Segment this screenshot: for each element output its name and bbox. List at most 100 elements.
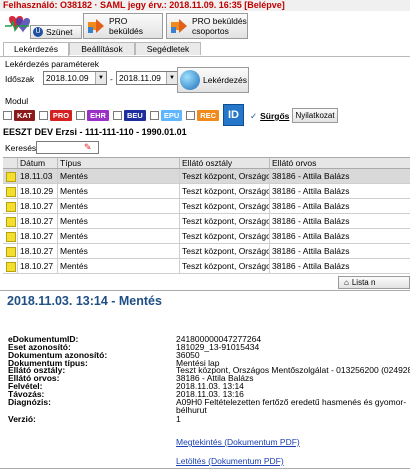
cell-type: Mentés [57,184,179,198]
detail-field-value: 1 [176,414,181,424]
view-pdf-link[interactable]: Megtekintés (Dokumentum PDF) [176,437,300,447]
cell-date: 18.10.27 [17,199,57,213]
query-button-label: Lekérdezés [203,75,247,85]
column-header-date[interactable]: Dátum [17,158,57,168]
list-button-label: Lista n [351,278,376,287]
cell-department: Teszt központ, Országos Me... [179,199,269,213]
cell-doctor: 38186 - Attila Balázs [269,229,410,243]
cell-date: 18.10.27 [17,259,57,273]
table-row[interactable]: 18.10.27MentésTeszt központ, Országos Me… [3,244,410,259]
date-from-field[interactable]: 2018.10.09 ▼ [43,71,107,85]
table-header: Dátum Típus Ellátó osztály Ellátó orvos [3,158,410,169]
pause-button-label: Szünet [46,27,73,37]
cell-date: 18.10.27 [17,244,57,258]
column-header-department[interactable]: Ellátó osztály [179,158,269,168]
module-badge-beu: BEU [123,109,146,121]
row-status-icon [6,262,16,272]
table-row[interactable]: 18.11.03MentésTeszt központ, Országos Me… [3,169,410,184]
list-button-icon: ⌂ [344,278,349,287]
toolbar: U Szünet PRO beküldés PRO beküldés csopo… [0,11,410,39]
list-button[interactable]: ⌂ Lista n [338,276,410,289]
module-badge-epu: EPU [160,109,183,121]
pro-group-label: PRO beküldés csoportos [192,16,247,36]
urgent-toggle[interactable]: ✓ Sürgős [250,111,289,122]
detail-field-value: A09H0 Feltételezetten fertőző eredetű ha… [176,397,407,407]
row-status-icon [6,247,16,257]
cell-type: Mentés [57,259,179,273]
tab-lekerdezes[interactable]: Lekérdezés [3,42,69,56]
cell-doctor: 38186 - Attila Balázs [269,259,410,273]
cell-date: 18.10.27 [17,214,57,228]
urgent-label: Sürgős [260,111,290,121]
module-badge-rec: REC [197,109,220,121]
detail-field-label: Verzió: [8,414,36,424]
module-checkbox-ehr[interactable] [76,110,86,120]
cell-department: Teszt központ, Országos Me... [179,169,269,183]
module-badge-kat: KAT [14,109,35,121]
module-checkbox-epu[interactable] [149,110,159,120]
bottom-divider [0,468,410,469]
download-pdf-link[interactable]: Letöltés (Dokumentum PDF) [176,456,284,466]
tab-divider [0,56,410,57]
id-button[interactable]: ID [223,104,244,126]
module-checkbox-pro[interactable] [38,110,48,120]
user-status-bar: Felhasználó: O38182 · SAML jegy érv.: 20… [0,0,410,11]
tab-segedletek[interactable]: Segédletek [135,42,201,55]
globe-icon [180,70,200,90]
table-row[interactable]: 18.10.29MentésTeszt központ, Országos Me… [3,184,410,199]
date-to-field[interactable]: 2018.11.09 ▼ [116,71,178,85]
cell-type: Mentés [57,229,179,243]
pause-icon: U [33,27,43,37]
date-from-value: 2018.10.09 [46,73,89,83]
cell-department: Teszt központ, Országos Me... [179,214,269,228]
modul-label: Modul [5,96,29,106]
date-to-value: 2018.11.09 [119,73,161,83]
section-divider [0,290,410,291]
date-to-dropdown-icon[interactable]: ▼ [166,72,177,84]
cell-doctor: 38186 - Attila Balázs [269,244,410,258]
column-header-doctor[interactable]: Ellátó orvos [269,158,410,168]
module-checkbox-beu[interactable] [112,110,122,120]
table-row[interactable]: 18.10.27MentésTeszt központ, Országos Me… [3,214,410,229]
module-checkbox-rec[interactable] [186,110,196,120]
header-select-cell [3,158,17,168]
cell-doctor: 38186 - Attila Balázs [269,184,410,198]
module-badge-ehr: EHR [87,109,109,121]
table-row[interactable]: 18.10.27MentésTeszt központ, Országos Me… [3,199,410,214]
query-button[interactable]: Lekérdezés [177,67,249,93]
pro-submit-button[interactable]: PRO beküldés [83,13,163,39]
pro-group-label-line1: PRO beküldés [192,16,247,26]
query-params-title: Lekérdezés paraméterek [5,59,100,69]
patient-header: EESZT DEV Erzsi - 111-111-110 - 1990.01.… [3,127,187,137]
date-range-separator: - [110,74,113,84]
pro-submit-label: PRO beküldés [109,16,144,36]
cell-date: 18.10.29 [17,184,57,198]
cell-type: Mentés [57,169,179,183]
cell-department: Teszt központ, Országos Me... [179,244,269,258]
row-status-icon [6,187,16,197]
cell-type: Mentés [57,214,179,228]
cell-doctor: 38186 - Attila Balázs [269,199,410,213]
detail-title: 2018.11.03. 13:14 - Mentés [7,294,162,308]
module-badge-pro: PRO [49,109,73,121]
pro-group-submit-button[interactable]: PRO beküldés csoportos [166,13,248,39]
app-logo-icon [5,16,30,33]
table-row[interactable]: 18.10.27MentésTeszt központ, Országos Me… [3,229,410,244]
tab-beallitasok[interactable]: Beállítások [69,42,135,55]
module-filter-row: KAT PRO EHR BEU EPU REC [3,108,223,122]
pause-button[interactable]: U Szünet [30,25,82,39]
cell-date: 18.10.27 [17,229,57,243]
date-from-dropdown-icon[interactable]: ▼ [95,72,106,84]
cell-department: Teszt központ, Országos Me... [179,229,269,243]
cell-doctor: 38186 - Attila Balázs [269,214,410,228]
cell-date: 18.11.03 [17,169,57,183]
statement-button[interactable]: Nyilatkozat [292,108,338,123]
table-row[interactable]: 18.10.27MentésTeszt központ, Országos Me… [3,259,410,274]
documents-table: Dátum Típus Ellátó osztály Ellátó orvos … [3,157,410,274]
cell-type: Mentés [57,244,179,258]
module-checkbox-kat[interactable] [3,110,12,120]
row-status-icon [6,202,16,212]
column-header-type[interactable]: Típus [57,158,179,168]
cell-doctor: 38186 - Attila Balázs [269,169,410,183]
filter-clear-icon[interactable]: ✎ [84,142,92,153]
